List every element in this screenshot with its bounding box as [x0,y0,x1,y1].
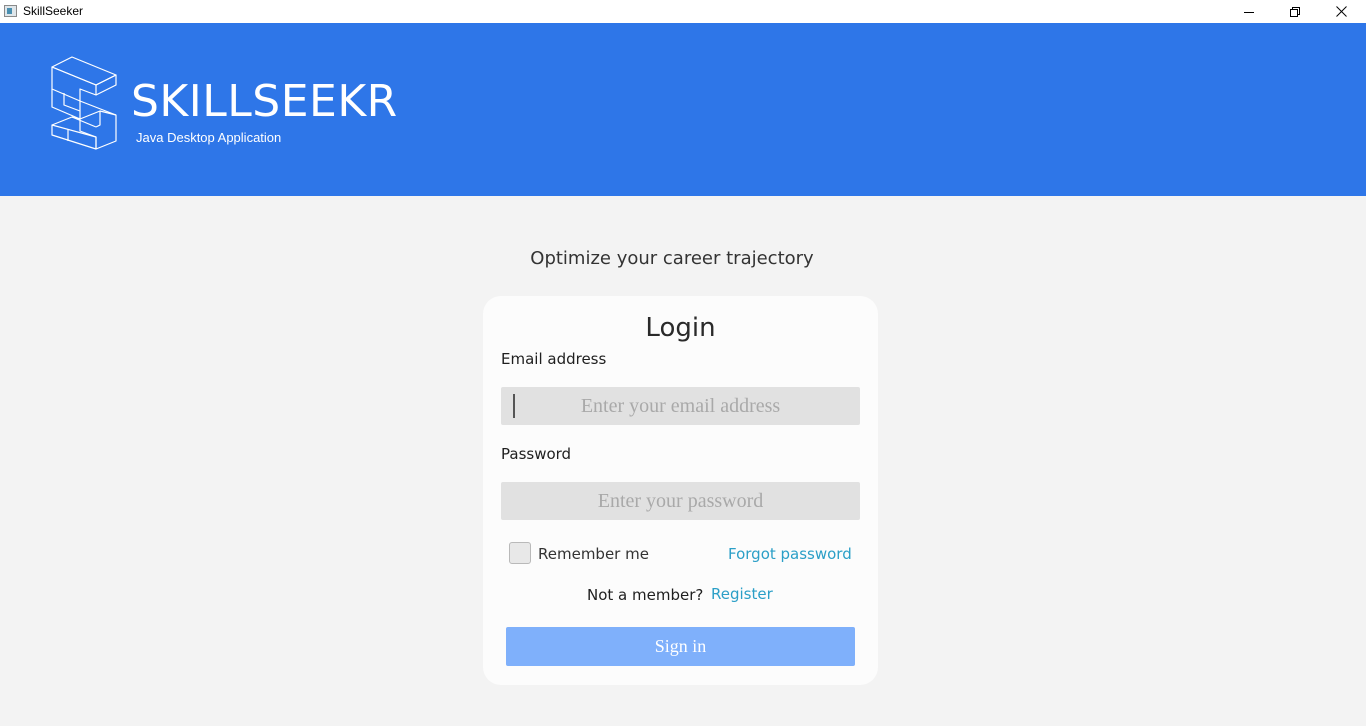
close-icon [1335,6,1347,17]
text-caret [513,394,515,418]
window-titlebar: SkillSeeker [0,0,1366,23]
email-label: Email address [501,350,607,368]
brand-subtitle: Java Desktop Application [136,130,282,145]
close-button[interactable] [1318,0,1364,23]
app-icon [4,5,17,17]
forgot-password-link[interactable]: Forgot password [728,544,852,564]
page-tagline: Optimize your career trajectory [530,248,814,269]
restore-button[interactable] [1272,0,1318,23]
password-field[interactable] [501,482,860,520]
restore-icon [1290,6,1300,17]
remember-me-checkbox[interactable] [509,542,531,564]
sign-in-button[interactable]: Sign in [506,627,855,666]
window-title: SkillSeeker [23,4,84,18]
not-member-text: Not a member? [587,586,704,604]
email-field[interactable] [501,387,860,425]
app-header: SKILLSEEKR Java Desktop Application [0,23,1366,196]
login-title: Login [645,313,716,343]
brand-title: SKILLSEEKR [131,76,398,127]
minimize-icon [1244,11,1254,13]
remember-me-label[interactable]: Remember me [538,544,649,564]
login-card: Login Email address Password Remember me… [483,296,878,685]
register-link[interactable]: Register [711,584,773,604]
skillseekr-logo-icon [51,56,117,150]
password-label: Password [501,445,572,463]
minimize-button[interactable] [1226,0,1272,23]
